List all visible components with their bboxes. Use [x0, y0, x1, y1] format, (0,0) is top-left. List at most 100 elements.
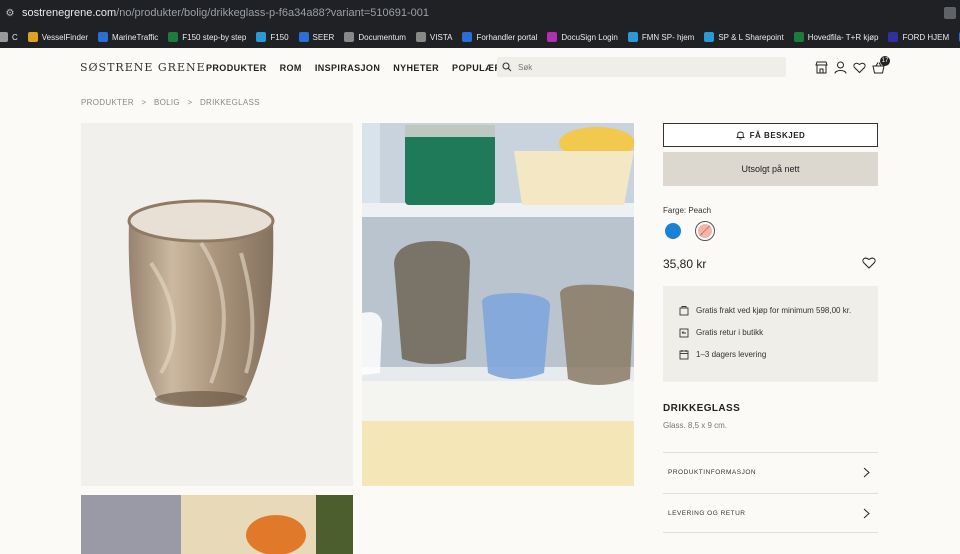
bookmark-label: MarineTraffic — [112, 32, 159, 42]
bookmark-label: FMN SP- hjem — [641, 32, 695, 42]
color-swatch-peach-selected[interactable] — [695, 221, 715, 241]
bookmark-favicon-icon — [98, 32, 109, 42]
notify-me-button[interactable]: FÅ BESKJED — [663, 123, 878, 147]
accordion-delivery-return[interactable]: LEVERING OG RETUR — [663, 493, 878, 533]
main-nav: PRODUKTER ROM INSPIRASJON NYHETER POPULÆ… — [206, 63, 520, 73]
bookmark-label: SP & L Sharepoint — [718, 32, 784, 42]
product-image-lifestyle[interactable] — [362, 123, 634, 486]
nav-inspirasjon[interactable]: INSPIRASJON — [315, 63, 380, 73]
bookmark-item[interactable]: FMN SP- hjem — [627, 32, 695, 42]
bookmark-item[interactable]: VesselFinder — [27, 32, 89, 42]
bell-icon — [735, 131, 745, 140]
product-description: Glass. 8,5 x 9 cm. — [663, 421, 728, 430]
info-free-return: Gratis retur i butikk — [679, 327, 763, 338]
color-swatch-blue[interactable] — [665, 223, 681, 239]
bookmark-item[interactable]: FORD HJEM — [888, 32, 949, 42]
breadcrumb: PRODUKTER > BOLIG > DRIKKEGLASS — [81, 98, 265, 107]
store-icon[interactable] — [815, 61, 828, 74]
notify-me-label: FÅ BESKJED — [749, 130, 806, 140]
product-image-detail[interactable] — [81, 495, 353, 554]
chevron-right-icon — [863, 508, 870, 519]
header-icons: 17 — [815, 56, 891, 74]
glass-illustration — [127, 199, 275, 407]
site-info-icon[interactable]: ⚙ — [2, 6, 18, 20]
account-icon[interactable] — [834, 61, 847, 74]
bookmark-item[interactable]: MarineTraffic — [98, 32, 158, 42]
url-host: sostrenegrene.com — [22, 7, 117, 19]
bookmark-label: Documentum — [358, 32, 406, 42]
search-input[interactable] — [518, 62, 758, 72]
bookmark-favicon-icon — [27, 32, 38, 42]
bookmark-favicon-icon — [344, 32, 355, 42]
search-box[interactable] — [497, 57, 786, 77]
search-icon — [502, 62, 512, 72]
sold-out-strike-icon — [698, 224, 712, 238]
product-image-main[interactable] — [81, 123, 353, 486]
product-title: DRIKKEGLASS — [663, 403, 741, 414]
bookmark-favicon-icon — [704, 32, 715, 42]
nav-produkter[interactable]: PRODUKTER — [206, 63, 267, 73]
bookmark-item[interactable]: F150 step-by step — [168, 32, 246, 42]
sold-out-label: Utsolgt på nett — [741, 164, 800, 174]
bookmark-label: FORD HJEM — [902, 32, 950, 42]
info-delivery-time: 1–3 dagers levering — [679, 349, 766, 360]
bookmark-item[interactable]: F150 — [256, 32, 289, 42]
site-logo[interactable]: SØSTRENE GRENE — [80, 61, 206, 74]
info-free-shipping: Gratis frakt ved kjøp for minimum 598,00… — [679, 305, 851, 316]
breadcrumb-separator: > — [187, 98, 193, 107]
wishlist-icon[interactable] — [853, 61, 866, 74]
shopping-bag-icon — [679, 306, 689, 316]
breadcrumb-drikkeglass[interactable]: DRIKKEGLASS — [200, 98, 260, 107]
bookmark-item[interactable]: Hovedfila- T+R kjøp — [793, 32, 879, 42]
url-path: /no/produkter/bolig/drikkeglass-p-f6a34a… — [116, 7, 429, 19]
accordion-product-info[interactable]: PRODUKTINFORMASJON — [663, 452, 878, 492]
breadcrumb-produkter[interactable]: PRODUKTER — [81, 98, 134, 107]
bookmark-favicon-icon — [793, 32, 804, 42]
bookmark-label: F150 step-by step — [182, 32, 247, 42]
cart-icon[interactable]: 17 — [872, 56, 890, 74]
address-bar[interactable]: ⚙ sostrenegrene.com/no/produkter/bolig/d… — [0, 0, 960, 26]
bookmark-label: F150 — [270, 32, 289, 42]
bookmark-label: Forhandler portal — [476, 32, 538, 42]
bookmark-label: SEER — [312, 32, 335, 42]
nav-nyheter[interactable]: NYHETER — [393, 63, 439, 73]
bookmark-item[interactable]: Documentum — [344, 32, 406, 42]
calendar-icon — [679, 350, 689, 360]
detail-illustration — [81, 495, 353, 554]
bookmark-label: DocuSign Login — [561, 32, 618, 42]
bookmark-favicon-icon — [298, 32, 309, 42]
bookmark-item[interactable]: SP & L Sharepoint — [704, 32, 784, 42]
bookmark-favicon-icon — [256, 32, 267, 42]
bookmark-favicon-icon — [0, 32, 8, 42]
breadcrumb-bolig[interactable]: BOLIG — [154, 98, 180, 107]
extension-icon[interactable] — [944, 7, 956, 19]
bookmark-favicon-icon — [415, 32, 426, 42]
bookmark-favicon-icon — [627, 32, 638, 42]
return-icon — [679, 328, 689, 338]
sold-out-online-button: Utsolgt på nett — [663, 152, 878, 186]
site-header: SØSTRENE GRENE PRODUKTER ROM INSPIRASJON… — [0, 48, 960, 90]
add-to-wishlist-heart-icon[interactable] — [862, 256, 876, 274]
delivery-info-box: Gratis frakt ved kjøp for minimum 598,00… — [663, 286, 878, 382]
bookmark-favicon-icon — [462, 32, 473, 42]
bookmarks-bar: C VesselFinder MarineTraffic F150 step-by s… — [0, 26, 960, 48]
bookmark-item[interactable]: SEER — [298, 32, 335, 42]
bookmark-item[interactable]: Forhandler portal — [462, 32, 537, 42]
breadcrumb-separator: > — [141, 98, 147, 107]
bookmark-favicon-icon — [547, 32, 558, 42]
bookmark-favicon-icon — [888, 32, 899, 42]
color-label: Farge: Peach — [663, 206, 712, 215]
shelf-scene-illustration — [362, 123, 634, 486]
chevron-right-icon — [863, 467, 870, 478]
bookmark-label: VesselFinder — [41, 32, 89, 42]
bookmark-favicon-icon — [168, 32, 179, 42]
nav-rom[interactable]: ROM — [280, 63, 302, 73]
bookmark-label: VISTA — [429, 32, 453, 42]
bookmark-item[interactable]: DocuSign Login — [547, 32, 618, 42]
bookmark-label: Hovedfila- T+R kjøp — [807, 32, 879, 42]
bookmark-label: C — [12, 32, 18, 42]
bookmark-item[interactable]: C — [0, 32, 18, 42]
bookmark-item[interactable]: VISTA — [415, 32, 453, 42]
cart-count-badge: 17 — [880, 56, 890, 66]
product-price: 35,80 kr — [663, 257, 707, 271]
